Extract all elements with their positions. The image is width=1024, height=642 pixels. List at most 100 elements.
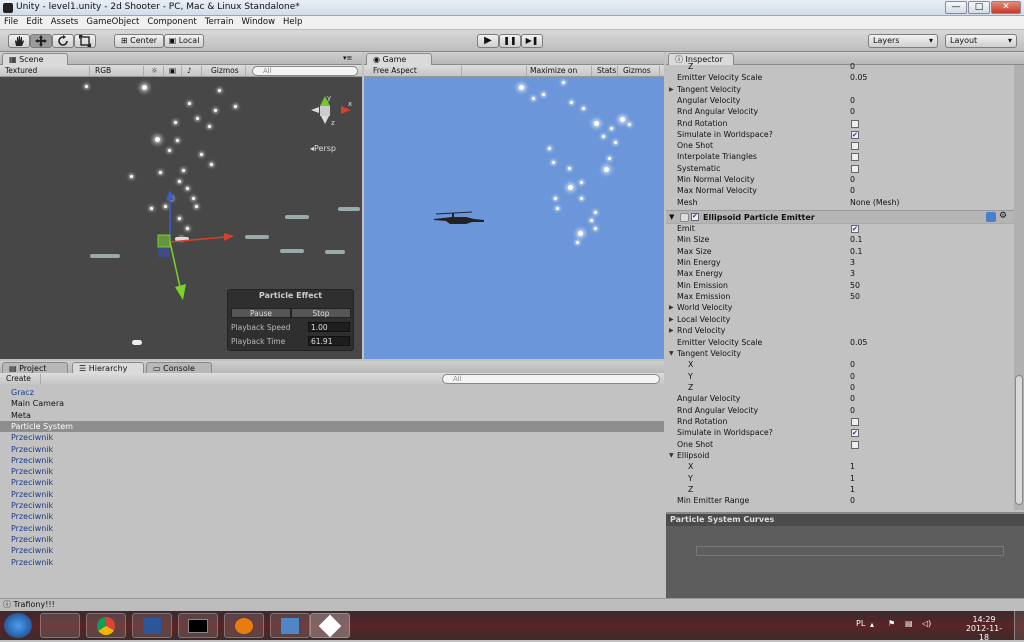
scene-enemy-helicopter[interactable] [90,254,120,258]
property-value-field[interactable]: 0 [850,405,855,416]
property-value-field[interactable]: 0 [850,393,855,404]
play-button[interactable]: ▶ [477,34,499,48]
menu-edit[interactable]: Edit [22,16,46,27]
property-checkbox[interactable] [851,164,859,173]
menu-gameobject[interactable]: GameObject [82,16,143,27]
scale-tool-button[interactable] [74,34,96,48]
perspective-label[interactable]: ◂Persp [310,144,336,153]
property-value-field[interactable]: 0 [850,359,855,370]
language-indicator[interactable]: PL [856,619,865,628]
foldout-collapsed-icon[interactable]: ▶ [669,325,674,336]
property-checkbox[interactable] [851,153,859,162]
stats-toggle[interactable]: Stats [594,66,618,76]
property-value-field[interactable]: 1 [850,484,855,495]
property-value-field[interactable]: 0 [850,371,855,382]
pause-button[interactable]: ❚❚ [499,34,521,48]
foldout-collapsed-icon[interactable]: ▶ [669,302,674,313]
hierarchy-item[interactable]: Przeciwnik [0,466,664,477]
property-checkbox[interactable] [851,142,859,151]
foldout-expanded-icon[interactable]: ▼ [669,450,674,461]
scene-enemy-helicopter[interactable] [245,235,269,239]
scene-enemy-helicopter[interactable] [338,207,360,211]
property-value-field[interactable]: 0 [850,95,855,106]
tab-game[interactable]: ◉ Game [366,53,432,65]
playback-speed-field[interactable]: 1.00 [308,322,350,332]
game-viewport[interactable] [364,77,664,359]
hand-tool-button[interactable] [8,34,30,48]
layout-dropdown[interactable]: Layout ▾ [945,34,1017,48]
component-enabled-checkbox[interactable]: ✔ [691,212,699,221]
property-value-field[interactable]: None (Mesh) [850,197,899,208]
scene-search-input[interactable]: All [252,66,358,76]
game-gizmos-dropdown[interactable]: Gizmos [620,66,660,76]
audio-toggle-icon[interactable]: ♪ [184,66,202,76]
render-mode-dropdown[interactable]: RGB [92,66,144,76]
property-value-field[interactable]: 0.1 [850,246,862,257]
property-value-field[interactable]: 0 [850,106,855,117]
lighting-toggle-icon[interactable]: ☼ [148,66,164,76]
hierarchy-item[interactable]: Particle System [0,420,664,432]
ellipsoid-emitter-header[interactable]: ▼ ✔ Ellipsoid Particle Emitter ⚙ [666,210,1014,224]
help-book-icon[interactable] [986,212,996,222]
property-value-field[interactable]: 0 [850,185,855,196]
maximize-on-play-toggle[interactable]: Maximize on Play [526,66,592,85]
menu-assets[interactable]: Assets [47,16,83,27]
tray-arrow-icon[interactable]: ▴ [870,620,874,629]
menu-file[interactable]: File [0,16,22,27]
scene-enemy-helicopter[interactable] [280,249,304,253]
network-app-taskbar-icon[interactable] [270,613,310,638]
property-value-field[interactable]: 0 [850,382,855,393]
property-value-field[interactable]: 0 [850,174,855,185]
property-value-field[interactable]: 3 [850,268,855,279]
menu-help[interactable]: Help [279,16,306,27]
property-checkbox[interactable] [851,428,859,439]
hierarchy-item[interactable]: Przeciwnik [0,455,664,466]
blender-taskbar-icon[interactable] [224,613,264,638]
property-value-field[interactable]: 1 [850,473,855,484]
inspector-scrollbar[interactable] [1014,65,1024,510]
show-desktop-button[interactable] [1014,611,1024,640]
move-tool-button[interactable] [30,34,52,48]
hierarchy-item[interactable]: Przeciwnik [0,545,664,556]
hierarchy-item[interactable]: Gracz [0,387,664,398]
view-orientation-gizmo[interactable]: y x z [305,92,355,134]
explorer-taskbar-icon[interactable] [40,613,80,638]
curves-track[interactable] [696,546,1004,556]
create-dropdown[interactable]: Create ▾ [3,374,41,393]
property-value-field[interactable]: 50 [850,280,860,291]
property-checkbox[interactable] [851,440,859,449]
property-value-field[interactable]: 50 [850,291,860,302]
inspector-scroll-thumb[interactable] [1015,375,1023,505]
aspect-dropdown[interactable]: Free Aspect [370,66,462,76]
menu-terrain[interactable]: Terrain [201,16,238,27]
property-value-field[interactable]: 0.05 [850,72,867,83]
shading-dropdown[interactable]: Textured [2,66,90,76]
menu-window[interactable]: Window [238,16,280,27]
property-value-field[interactable]: 3 [850,257,855,268]
property-value-field[interactable]: 1 [850,461,855,472]
property-checkbox[interactable] [851,130,859,141]
hierarchy-item[interactable]: Meta [0,410,664,421]
pivot-center-button[interactable]: ⊞ Center [114,34,164,48]
unity-taskbar-icon[interactable] [310,613,350,638]
hierarchy-item[interactable]: Przeciwnik [0,489,664,500]
rotate-tool-button[interactable] [52,34,74,48]
tab-scene[interactable]: ▦ Scene [2,53,68,65]
property-checkbox[interactable] [851,417,859,426]
maximize-button[interactable]: □ [968,1,990,14]
chrome-taskbar-icon[interactable] [86,613,126,638]
property-checkbox[interactable] [851,119,859,128]
hierarchy-item[interactable]: Przeciwnik [0,500,664,511]
foldout-collapsed-icon[interactable]: ▶ [669,84,674,95]
word-taskbar-icon[interactable] [132,613,172,638]
cmd-taskbar-icon[interactable] [178,613,218,638]
tray-flag-icon[interactable]: ⚑ [888,619,895,628]
property-checkbox[interactable] [851,224,859,235]
close-button[interactable]: ✕ [991,1,1021,14]
scene-gizmos-dropdown[interactable]: Gizmos [208,66,246,76]
tray-network-icon[interactable]: ▤ [905,619,913,628]
hierarchy-item[interactable]: Przeciwnik [0,477,664,488]
property-value-field[interactable]: 0.05 [850,337,867,348]
layers-dropdown[interactable]: Layers ▾ [868,34,938,48]
pause-effect-button[interactable]: Pause [231,308,291,318]
